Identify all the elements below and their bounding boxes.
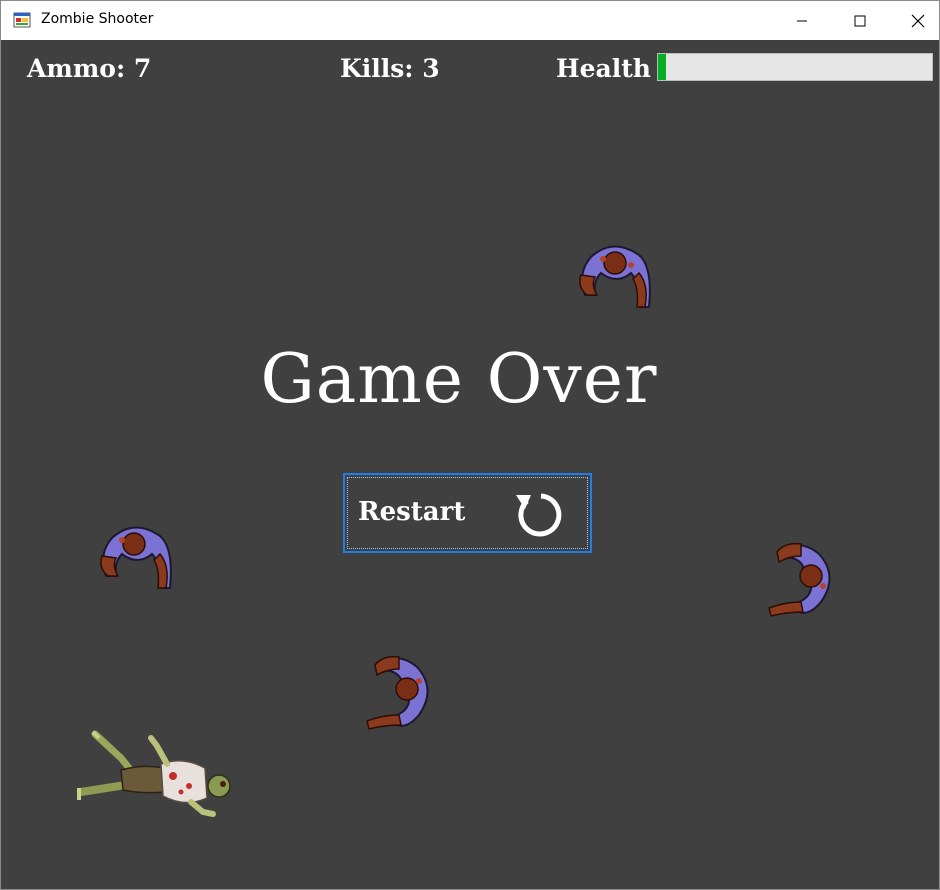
minimize-icon — [797, 20, 807, 21]
player-icon — [77, 730, 231, 817]
restart-button-label: Restart — [358, 497, 466, 527]
kills-counter: Kills: 3 — [340, 54, 440, 83]
close-icon — [911, 14, 925, 27]
health-bar-fill — [658, 54, 667, 80]
health-label: Health — [556, 54, 651, 83]
zombie-icon — [579, 245, 651, 308]
title-bar[interactable]: Zombie Shooter — [1, 1, 939, 40]
close-button[interactable] — [895, 1, 939, 40]
maximize-icon — [854, 15, 866, 26]
restart-icon — [516, 493, 562, 537]
game-over-title: Game Over — [260, 340, 658, 419]
window-title: Zombie Shooter — [41, 11, 154, 27]
app-icon — [13, 11, 31, 29]
zombie-icon — [768, 542, 831, 617]
maximize-button[interactable] — [837, 1, 883, 40]
game-window: Zombie Shooter Ammo: 7 Kills: 3 Health G… — [0, 0, 940, 890]
zombie-icon — [100, 526, 172, 589]
ammo-counter: Ammo: 7 — [27, 54, 152, 83]
zombie-icon — [366, 655, 429, 730]
game-area[interactable]: Ammo: 7 Kills: 3 Health Game Over Restar… — [1, 40, 939, 889]
restart-button[interactable]: Restart — [343, 473, 592, 553]
minimize-button[interactable] — [779, 1, 825, 40]
health-bar — [657, 53, 933, 81]
